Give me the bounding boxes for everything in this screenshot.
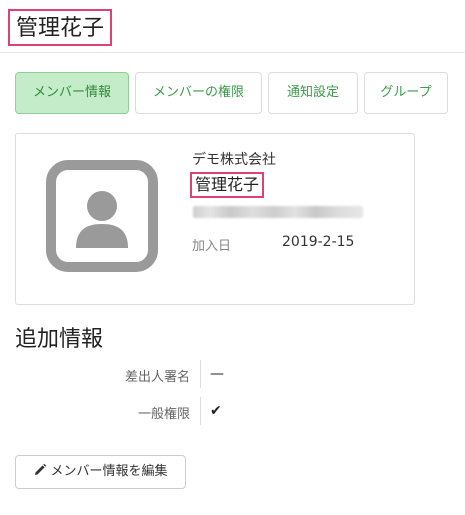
general-permission-check-icon: ✔: [210, 403, 222, 419]
member-detail-page: 管理花子 メンバー情報 メンバーの権限 通知設定 グループ デモ株式会社 管理花…: [0, 0, 465, 515]
edit-member-info-button[interactable]: メンバー情報を編集: [15, 455, 186, 489]
company-name: デモ株式会社: [192, 152, 276, 168]
joined-date-value: 2019-2-15: [282, 234, 355, 250]
pencil-icon: [35, 463, 47, 475]
row-divider: [200, 360, 201, 388]
profile-card: デモ株式会社 管理花子 加入日 2019-2-15: [15, 133, 415, 305]
tab-notification-settings[interactable]: 通知設定: [268, 72, 358, 114]
page-header: 管理花子: [0, 0, 465, 53]
member-name: 管理花子: [190, 172, 265, 198]
email-redacted: [193, 206, 363, 218]
user-silhouette-icon: [76, 191, 128, 248]
sender-signature-value: —: [210, 366, 224, 382]
tab-member-info[interactable]: メンバー情報: [15, 72, 129, 114]
page-title: 管理花子: [8, 9, 113, 46]
edit-member-info-label: メンバー情報を編集: [50, 464, 168, 479]
tab-groups[interactable]: グループ: [364, 72, 448, 114]
row-divider: [200, 397, 201, 425]
avatar: [46, 160, 158, 272]
tab-member-permissions[interactable]: メンバーの権限: [135, 72, 262, 114]
sender-signature-label: 差出人署名: [124, 370, 190, 385]
general-permission-label: 一般権限: [137, 407, 190, 422]
member-tabs: メンバー情報 メンバーの権限 通知設定 グループ: [15, 72, 448, 114]
additional-info-title: 追加情報: [15, 327, 104, 352]
joined-date-label: 加入日: [192, 239, 232, 254]
